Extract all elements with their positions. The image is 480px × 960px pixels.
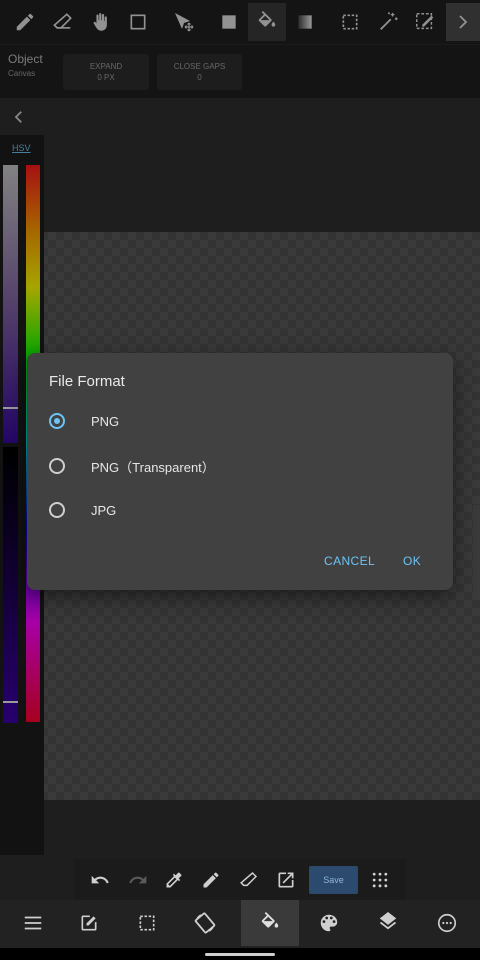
layers-icon[interactable] bbox=[366, 900, 410, 946]
format-label-jpg: JPG bbox=[91, 502, 117, 518]
menu-icon[interactable] bbox=[11, 900, 55, 946]
radio-png-transparent[interactable] bbox=[49, 458, 65, 474]
dialog-title: File Format bbox=[49, 373, 125, 390]
format-option-png-transparent[interactable]: PNG（Transparent） bbox=[49, 449, 429, 483]
action-bar: Save bbox=[74, 859, 406, 901]
cancel-button[interactable]: CANCEL bbox=[324, 554, 375, 568]
more-options-icon[interactable] bbox=[425, 900, 469, 946]
grid-menu-icon[interactable] bbox=[370, 870, 390, 890]
select-icon[interactable] bbox=[125, 900, 169, 946]
file-format-dialog: File Format PNG PNG（Transparent） JPG CAN… bbox=[27, 353, 453, 590]
ok-button[interactable]: OK bbox=[403, 554, 421, 568]
pencil-shortcut-icon[interactable] bbox=[201, 870, 221, 890]
save-button[interactable]: Save bbox=[309, 866, 358, 894]
radio-png[interactable] bbox=[49, 413, 65, 429]
edit-icon[interactable] bbox=[67, 900, 111, 946]
eyedropper-icon[interactable] bbox=[164, 870, 184, 890]
format-option-jpg[interactable]: JPG bbox=[49, 493, 429, 527]
format-option-png[interactable]: PNG bbox=[49, 404, 429, 438]
eraser-shortcut-icon[interactable] bbox=[239, 870, 259, 890]
format-label-png: PNG bbox=[91, 413, 120, 429]
palette-icon[interactable] bbox=[307, 900, 351, 946]
export-icon[interactable] bbox=[276, 870, 296, 890]
redo-icon[interactable] bbox=[128, 870, 148, 890]
radio-jpg[interactable] bbox=[49, 502, 65, 518]
undo-icon[interactable] bbox=[90, 870, 110, 890]
fill-nav-icon[interactable] bbox=[241, 900, 299, 946]
home-indicator[interactable] bbox=[205, 953, 275, 956]
bottom-nav bbox=[0, 900, 480, 948]
format-label-png-transparent: PNG（Transparent） bbox=[91, 459, 215, 475]
transform-icon[interactable] bbox=[183, 900, 227, 946]
